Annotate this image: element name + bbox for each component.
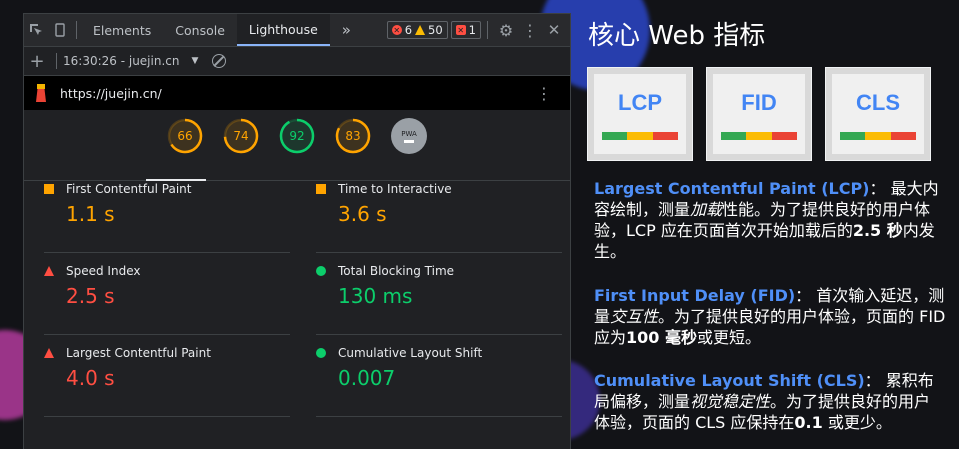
pwa-badge[interactable]: PWA	[391, 118, 427, 154]
close-icon[interactable]: ✕	[542, 14, 566, 46]
issue-icon: ✕	[455, 25, 466, 35]
slide-title: 核心 Web 指标	[588, 21, 766, 51]
divider	[487, 21, 488, 39]
average-square-icon	[316, 184, 326, 194]
cls-description: Cumulative Layout Shift (CLS)： 累积布局偏移，测量…	[594, 371, 934, 432]
score-gauges: 66 74 92 83 PWA	[24, 110, 570, 181]
score-gauge[interactable]: 74	[223, 118, 259, 154]
chevron-down-icon: ▼	[191, 56, 199, 66]
pwa-label: PWA	[401, 129, 417, 138]
url-more-options-icon[interactable]: ⋮	[536, 84, 552, 103]
tab-elements[interactable]: Elements	[81, 14, 163, 46]
divider	[56, 53, 57, 69]
metric-value: 130 ms	[338, 284, 413, 308]
lighthouse-logo-icon	[34, 84, 48, 102]
tab-lighthouse[interactable]: Lighthouse	[236, 14, 330, 46]
score-gauge[interactable]: 66	[167, 118, 203, 154]
score-gauge[interactable]: 83	[335, 118, 371, 154]
metric-value: 1.1 s	[66, 202, 115, 226]
metric-label: Total Blocking Time	[338, 264, 455, 278]
lcp-thumbnail: LCP	[587, 67, 693, 161]
new-report-plus-icon[interactable]: +	[24, 45, 50, 77]
metric-label: First Contentful Paint	[66, 182, 192, 196]
metric-value: 3.6 s	[338, 202, 387, 226]
metric-label: Cumulative Layout Shift	[338, 346, 483, 360]
score-gauge[interactable]: 92	[279, 118, 315, 154]
metric-value: 4.0 s	[66, 366, 115, 390]
pass-circle-icon	[316, 348, 326, 358]
pass-circle-icon	[316, 266, 326, 276]
gauge-score: 92	[289, 129, 305, 143]
issues-badge[interactable]: ✕ 1	[450, 21, 481, 39]
gauge-score: 66	[177, 129, 193, 143]
clear-reports-icon[interactable]	[212, 54, 227, 68]
metric-value: 0.007	[338, 366, 396, 390]
metric-item: Time to Interactive 3.6 s	[316, 172, 562, 253]
lcp-description: Largest Contentful Paint (LCP)： 最大内容绘制，测…	[594, 179, 939, 261]
report-url-bar: https://juejin.cn/ ⋮	[24, 76, 570, 110]
fail-triangle-icon	[44, 348, 54, 358]
fid-thumbnail: FID	[706, 67, 812, 161]
metric-item: Cumulative Layout Shift 0.007	[316, 336, 562, 417]
settings-gear-icon[interactable]: ⚙	[494, 14, 518, 46]
metric-item: Total Blocking Time 130 ms	[316, 254, 562, 335]
pwa-dash-icon	[404, 139, 414, 143]
device-toolbar-icon[interactable]	[48, 14, 72, 46]
fid-description: First Input Delay (FID)： 首次输入延迟，测量交互性。为了…	[594, 286, 946, 347]
devtools-window: Elements Console Lighthouse » ✕ 6 50 ✕ 1…	[24, 14, 570, 449]
metric-label: Time to Interactive	[338, 182, 452, 196]
warning-icon	[415, 25, 426, 35]
divider	[76, 21, 77, 39]
report-selector[interactable]: 16:30:26 - juejin.cn ▼	[63, 54, 198, 68]
metric-item: First Contentful Paint 1.1 s	[44, 172, 290, 253]
more-options-icon[interactable]: ⋮	[518, 14, 542, 46]
lighthouse-toolbar: + 16:30:26 - juejin.cn ▼	[24, 47, 570, 76]
metric-item: Speed Index 2.5 s	[44, 254, 290, 335]
metric-label: Speed Index	[66, 264, 141, 278]
average-square-icon	[44, 184, 54, 194]
gauge-score: 83	[345, 129, 361, 143]
more-tabs-button[interactable]: »	[330, 14, 363, 46]
metric-item: Largest Contentful Paint 4.0 s	[44, 336, 290, 417]
fail-triangle-icon	[44, 266, 54, 276]
metric-label: Largest Contentful Paint	[66, 346, 211, 360]
gauge-score: 74	[233, 129, 249, 143]
error-icon: ✕	[391, 25, 402, 35]
tab-console[interactable]: Console	[163, 14, 237, 46]
devtools-tabbar: Elements Console Lighthouse » ✕ 6 50 ✕ 1…	[24, 14, 570, 47]
report-url[interactable]: https://juejin.cn/	[60, 86, 162, 101]
inspect-element-icon[interactable]	[24, 14, 48, 46]
metric-value: 2.5 s	[66, 284, 115, 308]
cls-thumbnail: CLS	[825, 67, 931, 161]
errors-badge[interactable]: ✕ 6 50	[386, 21, 448, 39]
